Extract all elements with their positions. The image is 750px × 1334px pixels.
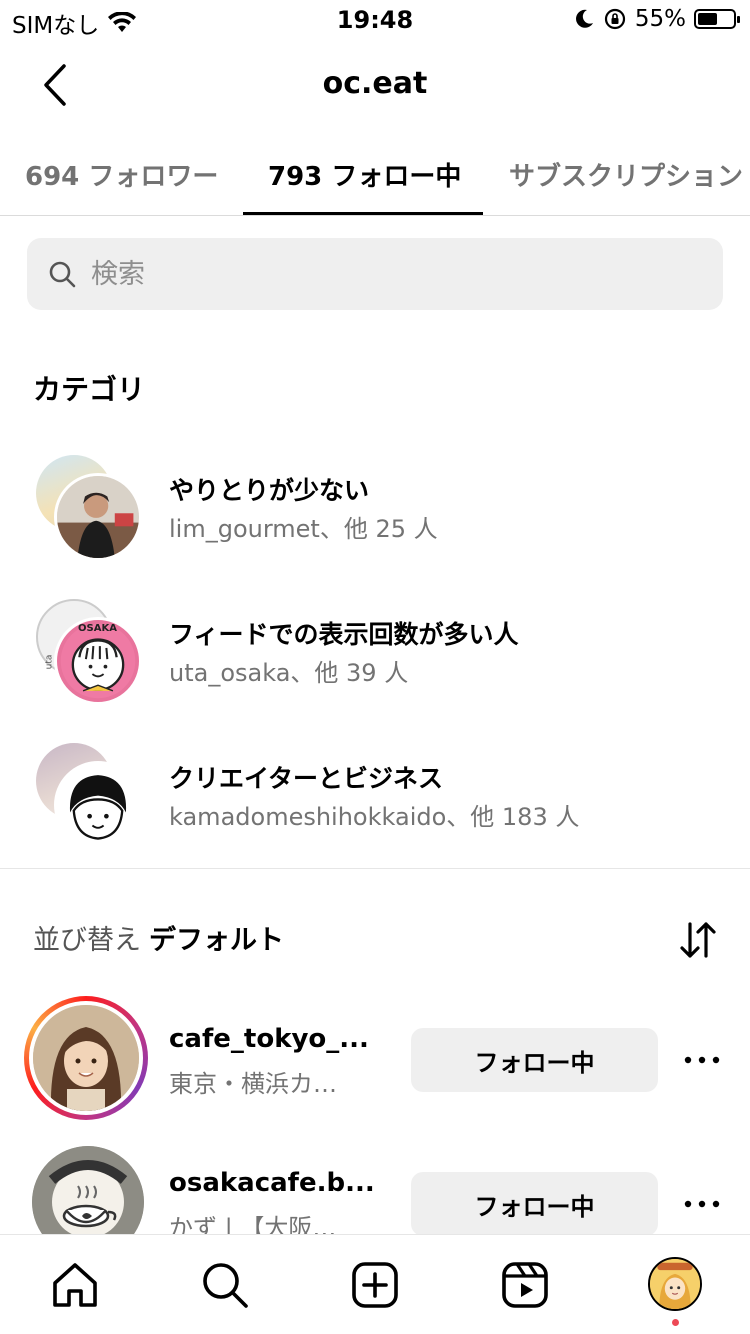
category-avatar-front [54,473,142,561]
active-tab-indicator [243,212,483,215]
following-row: cafe_tokyo_... 東京・横浜カ… フォロー中 [0,996,750,1126]
profile-avatar-nav[interactable] [648,1257,702,1311]
category-avatar-front [54,761,142,849]
moon-icon [575,9,593,28]
category-row-low-interaction[interactable]: やりとりが少ない lim_gourmet、他 25 人 [0,455,750,585]
tab-subscriptions[interactable]: サブスクリプション [509,156,743,193]
tab-following[interactable]: 793 フォロー中 [268,156,461,193]
battery-percent: 55% [634,6,686,32]
orientation-lock-icon [604,8,625,30]
search-nav-icon[interactable] [199,1259,251,1311]
search-input[interactable] [91,258,691,290]
avatar [29,1001,143,1115]
following-button[interactable]: フォロー中 [411,1028,658,1092]
category-sub: lim_gourmet、他 25 人 [169,515,438,543]
category-name: やりとりが少ない [169,476,370,505]
battery-fill [698,13,717,25]
status-bar: SIMなし 19:48 55% [0,0,750,40]
notification-dot [672,1319,679,1326]
search-icon [49,261,76,288]
user-description: 東京・横浜カ… [169,1070,337,1098]
page-title: oc.eat [322,66,428,101]
sort-order-icon[interactable] [676,918,720,962]
section-divider [0,868,750,869]
status-right: 55% [573,6,740,32]
sort-label: 並び替え [33,925,141,956]
create-post-icon[interactable] [349,1259,401,1311]
sort-control[interactable]: 並び替え デフォルト [33,918,284,957]
bottom-nav [0,1234,750,1334]
more-options-icon[interactable] [680,1186,724,1222]
username[interactable]: osakacafe.b... [169,1168,375,1198]
category-row-most-shown[interactable]: OSAKA uta フィードでの表示回数が多い人 uta_osaka、他 39 … [0,599,750,729]
following-button[interactable]: フォロー中 [411,1172,658,1236]
more-options-icon[interactable] [680,1042,724,1078]
uta-badge-text: uta [44,654,55,670]
osaka-badge-text: OSAKA [78,623,117,634]
header: oc.eat [0,50,750,120]
category-row-creators[interactable]: クリエイターとビジネス kamadomeshihokkaido、他 183 人 [0,743,750,873]
reels-icon[interactable] [499,1259,551,1311]
tab-followers[interactable]: 694 フォロワー [25,156,218,193]
sort-value: デフォルト [149,925,284,956]
tab-bar: 694 フォロワー 793 フォロー中 サブスクリプション [0,140,750,216]
story-ring-avatar[interactable] [24,996,148,1120]
username[interactable]: cafe_tokyo_... [169,1024,369,1054]
battery-icon [694,9,740,29]
category-name: フィードでの表示回数が多い人 [169,620,519,649]
search-bar[interactable] [27,238,723,310]
categories-heading: カテゴリ [33,373,146,406]
category-sub: kamadomeshihokkaido、他 183 人 [169,803,580,831]
home-icon[interactable] [49,1259,101,1311]
category-sub: uta_osaka、他 39 人 [169,659,409,687]
category-name: クリエイターとビジネス [169,764,444,793]
